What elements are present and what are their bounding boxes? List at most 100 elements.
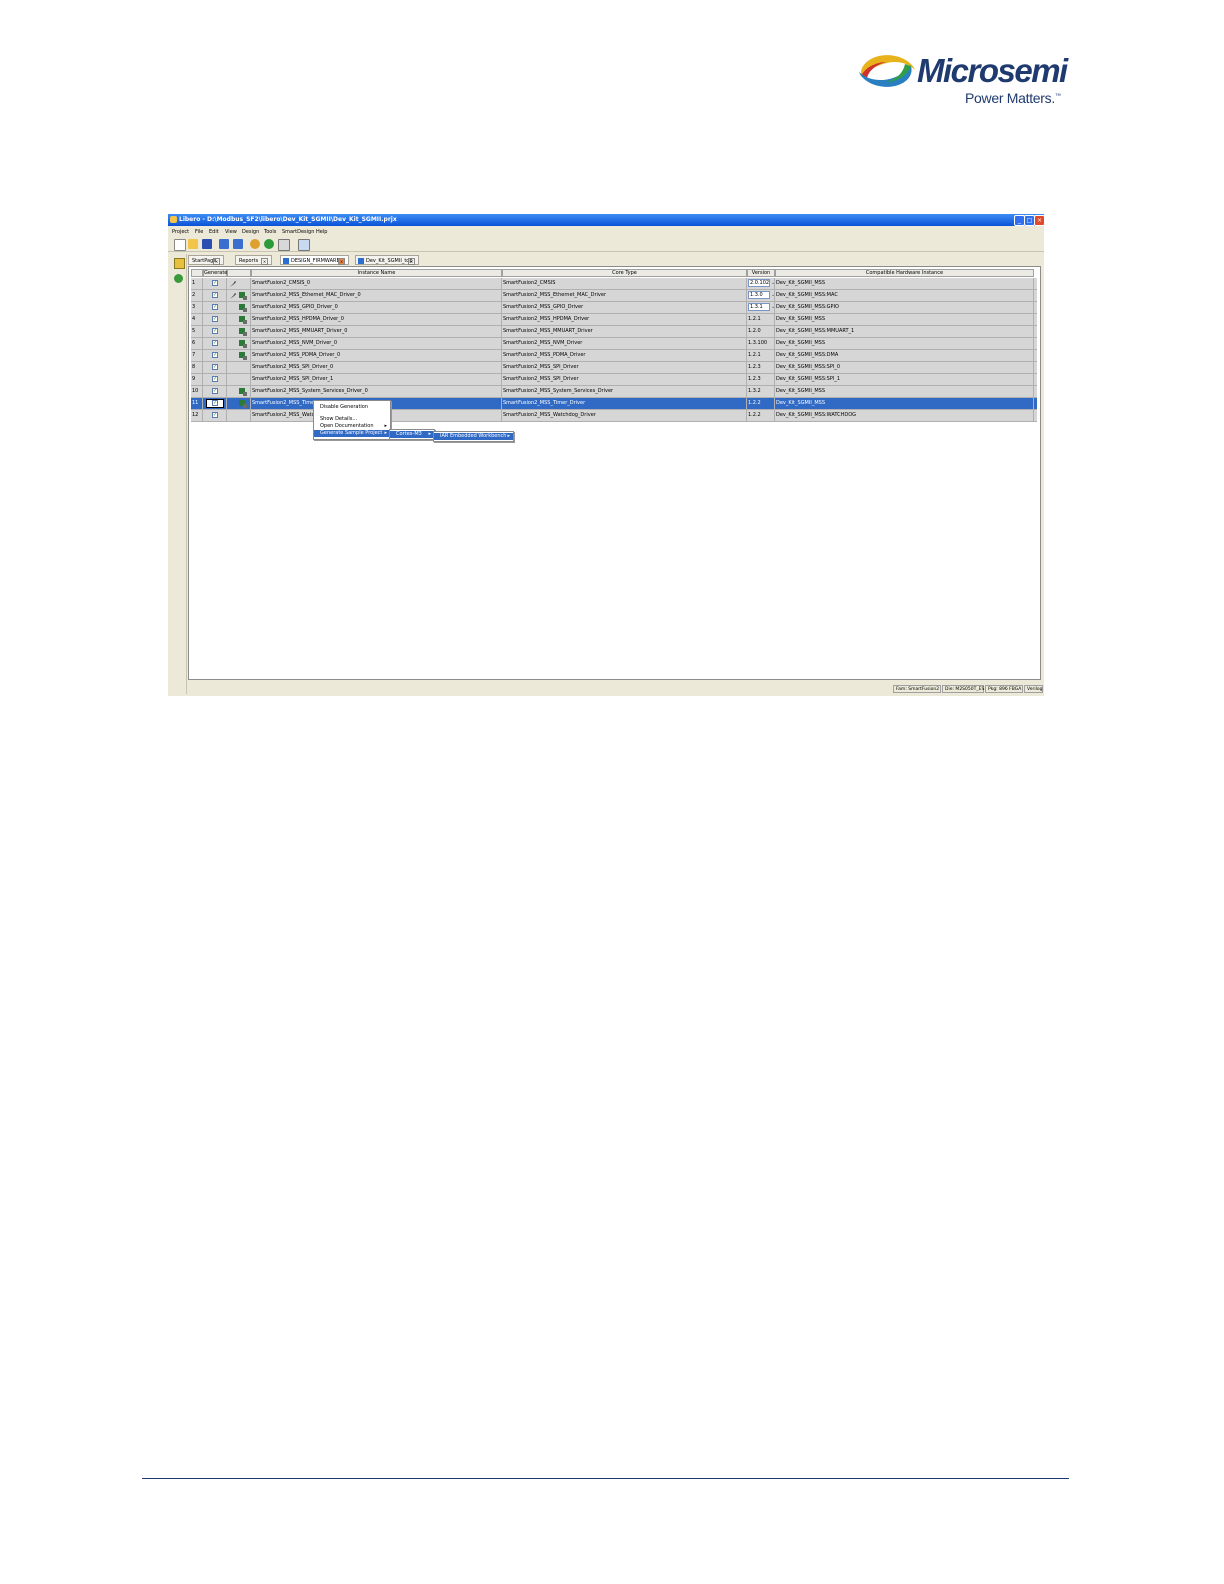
instance-name-cell[interactable]: SmartFusion2_MSS_GPIO_Driver_0 bbox=[251, 302, 502, 313]
chip-icon bbox=[239, 400, 247, 408]
generate-checkbox[interactable]: ✓ bbox=[212, 280, 218, 286]
generate-cell: ✓ bbox=[203, 398, 227, 409]
version-cell: 1.2.0 bbox=[747, 326, 775, 337]
close-tab-icon[interactable]: × bbox=[213, 258, 220, 265]
table-row[interactable]: 8 ✓ SmartFusion2_MSS_SPI_Driver_0 SmartFusi… bbox=[191, 362, 1037, 374]
menu-edit[interactable]: Edit bbox=[209, 229, 219, 235]
row-number: 4 bbox=[191, 314, 203, 325]
instance-name-cell[interactable]: SmartFusion2_MSS_PDMA_Driver_0 bbox=[251, 350, 502, 361]
column-header-compatible-hw[interactable]: Compatible Hardware Instance bbox=[775, 269, 1034, 277]
chip-icon bbox=[239, 316, 247, 324]
compatible-hw-cell: Dev_Kit_SGMII_MSS:DMA bbox=[775, 350, 1034, 361]
menu-project[interactable]: Project bbox=[172, 229, 189, 235]
compatible-hw-cell: Dev_Kit_SGMII_MSS:SPI_1 bbox=[775, 374, 1034, 385]
column-header-core-type[interactable]: Core Type bbox=[502, 269, 747, 277]
instance-name-cell[interactable]: SmartFusion2_MSS_SPI_Driver_1 bbox=[251, 374, 502, 385]
version-cell: 1.3.2 bbox=[747, 386, 775, 397]
generate-checkbox[interactable]: ✓ bbox=[212, 412, 218, 418]
generate-checkbox[interactable]: ✓ bbox=[212, 304, 218, 310]
status-bar: Fam: SmartFusion2 Die: M2S050T_ES Pkg: 8… bbox=[168, 684, 1044, 695]
undo-icon[interactable] bbox=[219, 239, 229, 249]
row-number: 3 bbox=[191, 302, 203, 313]
status-die: Die: M2S050T_ES bbox=[942, 685, 984, 693]
instance-name-cell[interactable]: SmartFusion2_MSS_SPI_Driver_0 bbox=[251, 362, 502, 373]
generate-checkbox[interactable]: ✓ bbox=[212, 376, 218, 382]
generate-checkbox[interactable]: ✓ bbox=[212, 400, 218, 406]
generate-checkbox[interactable]: ✓ bbox=[212, 388, 218, 394]
libero-app-icon bbox=[170, 216, 177, 223]
version-select[interactable]: 1.3.0 ⌄ bbox=[748, 291, 775, 299]
brand-tagline: Power Matters.™ bbox=[965, 90, 1061, 106]
generate-cell: ✓ bbox=[203, 386, 227, 397]
new-file-icon[interactable] bbox=[174, 239, 186, 251]
table-row[interactable]: 3 ✓ SmartFusion2_MSS_GPIO_Driver_0 SmartFus… bbox=[191, 302, 1037, 314]
close-tab-icon[interactable]: × bbox=[338, 258, 345, 265]
compatible-hw-cell: Dev_Kit_SGMII_MSS bbox=[775, 398, 1034, 409]
table-row[interactable]: 5 ✓ SmartFusion2_MSS_MMUART_Driver_0 SmartF… bbox=[191, 326, 1037, 338]
column-header-generate[interactable]: Generate bbox=[203, 269, 227, 277]
row-icon-cell bbox=[227, 386, 251, 397]
row-number: 11 bbox=[191, 398, 203, 409]
table-row[interactable]: 4 ✓ SmartFusion2_MSS_HPDMA_Driver_0 SmartFu… bbox=[191, 314, 1037, 326]
instance-name-cell[interactable]: SmartFusion2_MSS_System_Services_Driver_… bbox=[251, 386, 502, 397]
open-folder-icon[interactable] bbox=[188, 239, 198, 249]
menu-item-show-details[interactable]: Show Details... bbox=[314, 416, 390, 423]
properties-icon[interactable] bbox=[298, 239, 310, 251]
menu-item-open-documentation[interactable]: Open Documentation ▸ bbox=[314, 423, 390, 430]
menu-item-iar-embedded-workbench[interactable]: IAR Embedded Workbench ▸ bbox=[434, 433, 513, 440]
save-icon[interactable] bbox=[202, 239, 212, 249]
add-icon[interactable] bbox=[174, 274, 183, 283]
redo-icon[interactable] bbox=[233, 239, 243, 249]
version-cell: 1.2.1 bbox=[747, 350, 775, 361]
instance-name-cell[interactable]: SmartFusion2_MSS_MMUART_Driver_0 bbox=[251, 326, 502, 337]
design-explorer-icon[interactable] bbox=[174, 258, 185, 269]
core-type-cell: SmartFusion2_MSS_PDMA_Driver bbox=[502, 350, 747, 361]
menu-item-disable-generation[interactable]: Disable Generation bbox=[314, 404, 390, 411]
instance-name-cell[interactable]: SmartFusion2_MSS_Ethernet_MAC_Driver_0 bbox=[251, 290, 502, 301]
menu-help[interactable]: Help bbox=[316, 229, 327, 235]
column-header-version[interactable]: Version bbox=[747, 269, 775, 277]
table-row[interactable]: 1 ✓ SmartFusion2_CMSIS_0 SmartFusion2_CMSIS… bbox=[191, 278, 1037, 290]
version-select[interactable]: 2.0.102 ⌄ bbox=[748, 279, 775, 287]
version-select[interactable]: 1.3.1 ⌄ bbox=[748, 303, 775, 311]
tab-design-firmware[interactable]: DESIGN_FIRMWARE × bbox=[280, 255, 349, 265]
close-button[interactable]: × bbox=[1034, 215, 1045, 226]
table-row[interactable]: 7 ✓ SmartFusion2_MSS_PDMA_Driver_0 SmartFus… bbox=[191, 350, 1037, 362]
instance-name-cell[interactable]: SmartFusion2_CMSIS_0 bbox=[251, 278, 502, 289]
generate-checkbox[interactable]: ✓ bbox=[212, 292, 218, 298]
menu-item-cortex-m3[interactable]: Cortex-M3 ▸ bbox=[390, 431, 434, 438]
menu-item-generate-sample-project[interactable]: Generate Sample Project ▸ bbox=[314, 430, 390, 437]
generate-checkbox[interactable]: ✓ bbox=[212, 340, 218, 346]
generate-cell: ✓ bbox=[203, 362, 227, 373]
footer-rule bbox=[142, 1478, 1069, 1479]
instance-name-cell[interactable]: SmartFusion2_MSS_HPDMA_Driver_0 bbox=[251, 314, 502, 325]
table-row[interactable]: 9 ✓ SmartFusion2_MSS_SPI_Driver_1 SmartFusi… bbox=[191, 374, 1037, 386]
compatible-hw-cell: Dev_Kit_SGMII_MSS bbox=[775, 338, 1034, 349]
compatible-hw-cell: Dev_Kit_SGMII_MSS:GPIO bbox=[775, 302, 1034, 313]
generate-checkbox[interactable]: ✓ bbox=[212, 364, 218, 370]
menu-tools[interactable]: Tools bbox=[264, 229, 276, 235]
instance-name-cell[interactable]: SmartFusion2_MSS_NVM_Driver_0 bbox=[251, 338, 502, 349]
report-icon[interactable] bbox=[278, 239, 290, 251]
table-row[interactable]: 10 ✓ SmartFusion2_MSS_System_Services_Driv… bbox=[191, 386, 1037, 398]
design-flow-icon[interactable] bbox=[250, 239, 260, 249]
menu-file[interactable]: File bbox=[195, 229, 203, 235]
generate-checkbox[interactable]: ✓ bbox=[212, 316, 218, 322]
generate-checkbox[interactable]: ✓ bbox=[212, 352, 218, 358]
row-number: 5 bbox=[191, 326, 203, 337]
table-row[interactable]: 6 ✓ SmartFusion2_MSS_NVM_Driver_0 SmartFusi… bbox=[191, 338, 1037, 350]
menu-view[interactable]: View bbox=[225, 229, 237, 235]
column-header-instance-name[interactable]: Instance Name bbox=[251, 269, 502, 277]
menu-design[interactable]: Design bbox=[242, 229, 259, 235]
tab-startpage[interactable]: StartPage × bbox=[188, 255, 224, 265]
menu-smartdesign[interactable]: SmartDesign bbox=[282, 229, 314, 235]
close-tab-icon[interactable]: × bbox=[408, 258, 415, 265]
close-tab-icon[interactable]: × bbox=[261, 258, 268, 265]
smartdesign-icon bbox=[358, 258, 364, 264]
run-icon[interactable] bbox=[264, 239, 274, 249]
tab-reports[interactable]: Reports × bbox=[235, 255, 272, 265]
core-type-cell: SmartFusion2_MSS_Timer_Driver bbox=[502, 398, 747, 409]
table-row[interactable]: 2 ✓ SmartFusion2_MSS_Ethernet_MAC_Driver_0… bbox=[191, 290, 1037, 302]
generate-checkbox[interactable]: ✓ bbox=[212, 328, 218, 334]
tab-dev-kit-sgmii-top[interactable]: Dev_Kit_SGMII_top × bbox=[355, 255, 419, 265]
